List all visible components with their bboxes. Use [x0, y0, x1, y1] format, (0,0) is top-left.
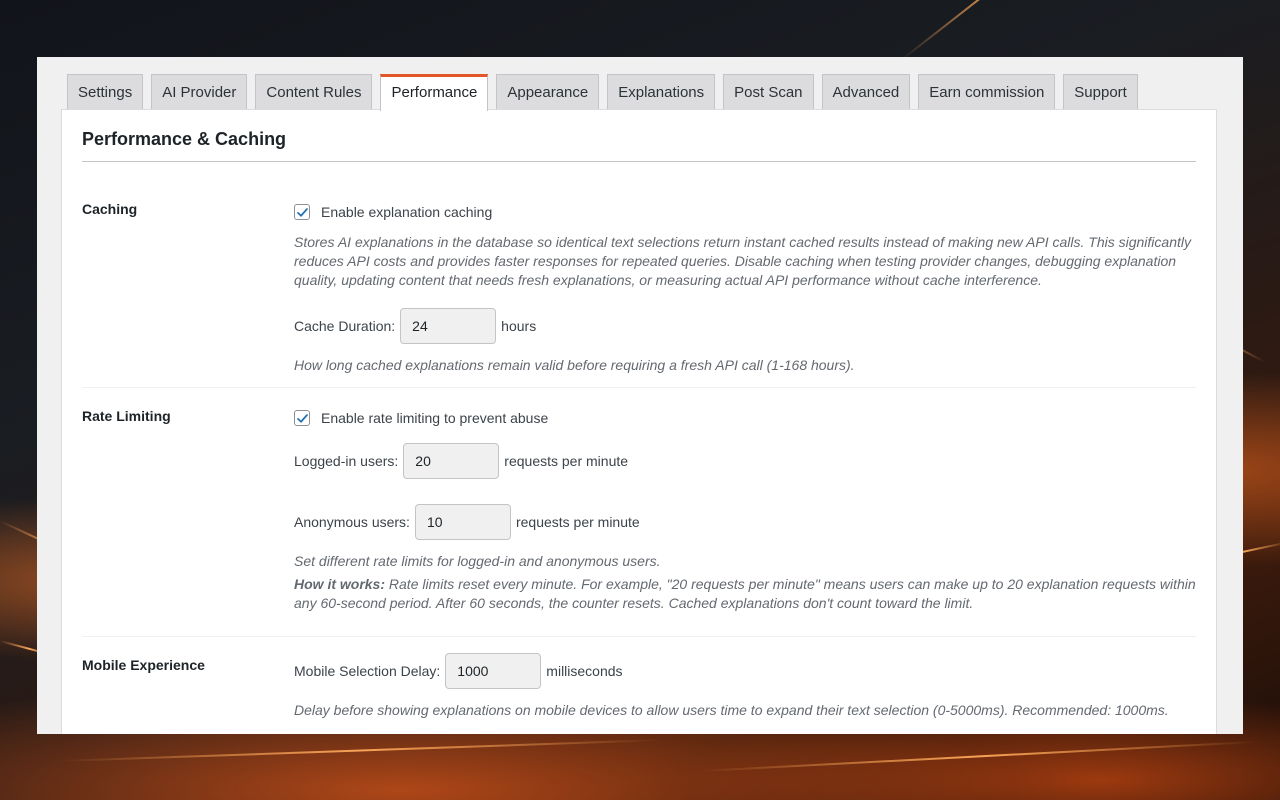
caching-label: Caching — [82, 201, 138, 217]
background-streak — [699, 740, 1260, 772]
tab-post-scan[interactable]: Post Scan — [723, 74, 814, 110]
tab-explanations[interactable]: Explanations — [607, 74, 716, 110]
logged-in-users-unit: requests per minute — [504, 453, 629, 469]
how-it-works-text: How it works: Rate limits reset every mi… — [294, 575, 1196, 613]
mobile-experience-field: Mobile Selection Delay: milliseconds Del… — [294, 653, 1196, 720]
caching-description: Stores AI explanations in the database s… — [294, 234, 1191, 288]
background-streak — [59, 739, 660, 762]
mobile-delay-label: Mobile Selection Delay: — [294, 663, 441, 679]
title-divider — [82, 161, 1196, 162]
tab-support[interactable]: Support — [1063, 74, 1138, 110]
settings-panel: Settings AI Provider Content Rules Perfo… — [37, 57, 1243, 734]
caching-field: Enable explanation caching Stores AI exp… — [294, 202, 1196, 375]
row-divider — [82, 387, 1196, 388]
rate-limiting-toggle-row: Enable rate limiting to prevent abuse — [294, 408, 1196, 428]
anonymous-users-unit: requests per minute — [515, 514, 640, 530]
caching-toggle-row: Enable explanation caching — [294, 202, 1196, 222]
tab-performance[interactable]: Performance — [380, 74, 489, 111]
tab-content-rules[interactable]: Content Rules — [255, 74, 373, 110]
how-it-works-body: Rate limits reset every minute. For exam… — [294, 576, 1196, 611]
tab-ai-provider[interactable]: AI Provider — [151, 74, 248, 110]
settings-tabs: Settings AI Provider Content Rules Perfo… — [67, 74, 1138, 111]
mobile-delay-input[interactable] — [445, 653, 542, 689]
checkmark-icon — [296, 413, 308, 423]
anonymous-users-input[interactable] — [414, 504, 511, 540]
logged-in-users-label: Logged-in users: — [294, 453, 399, 469]
mobile-experience-label: Mobile Experience — [82, 657, 205, 673]
cache-duration-row: Cache Duration: hours — [294, 308, 1196, 344]
rate-limiting-label: Rate Limiting — [82, 408, 171, 424]
tab-content: Performance & Caching Caching Enable exp… — [61, 109, 1217, 734]
tab-advanced[interactable]: Advanced — [821, 74, 911, 110]
background-streak — [899, 0, 1106, 62]
anonymous-users-row: Anonymous users: requests per minute — [294, 504, 1196, 540]
enable-caching-label[interactable]: Enable explanation caching — [321, 204, 492, 220]
enable-rate-limiting-checkbox[interactable] — [294, 410, 310, 426]
rate-limiting-field: Enable rate limiting to prevent abuse Lo… — [294, 408, 1196, 613]
checkmark-icon — [296, 207, 308, 217]
rate-limiting-help: Set different rate limits for logged-in … — [294, 553, 661, 569]
mobile-delay-help: Delay before showing explanations on mob… — [294, 702, 1169, 718]
enable-rate-limiting-label[interactable]: Enable rate limiting to prevent abuse — [321, 410, 548, 426]
cache-duration-unit: hours — [501, 318, 537, 334]
anonymous-users-label: Anonymous users: — [294, 514, 410, 530]
tab-earn-commission[interactable]: Earn commission — [918, 74, 1056, 110]
cache-duration-help: How long cached explanations remain vali… — [294, 357, 855, 373]
how-it-works-label: How it works: — [294, 576, 386, 592]
mobile-delay-unit: milliseconds — [546, 663, 623, 679]
logged-in-users-input[interactable] — [403, 443, 500, 479]
tab-settings[interactable]: Settings — [67, 74, 144, 110]
row-divider — [82, 636, 1196, 637]
page-title: Performance & Caching — [82, 129, 287, 149]
mobile-delay-row: Mobile Selection Delay: milliseconds — [294, 653, 1196, 689]
cache-duration-input[interactable] — [400, 308, 497, 344]
cache-duration-label: Cache Duration: — [294, 318, 396, 334]
tab-appearance[interactable]: Appearance — [496, 74, 600, 110]
logged-in-users-row: Logged-in users: requests per minute — [294, 443, 1196, 479]
enable-caching-checkbox[interactable] — [294, 204, 310, 220]
